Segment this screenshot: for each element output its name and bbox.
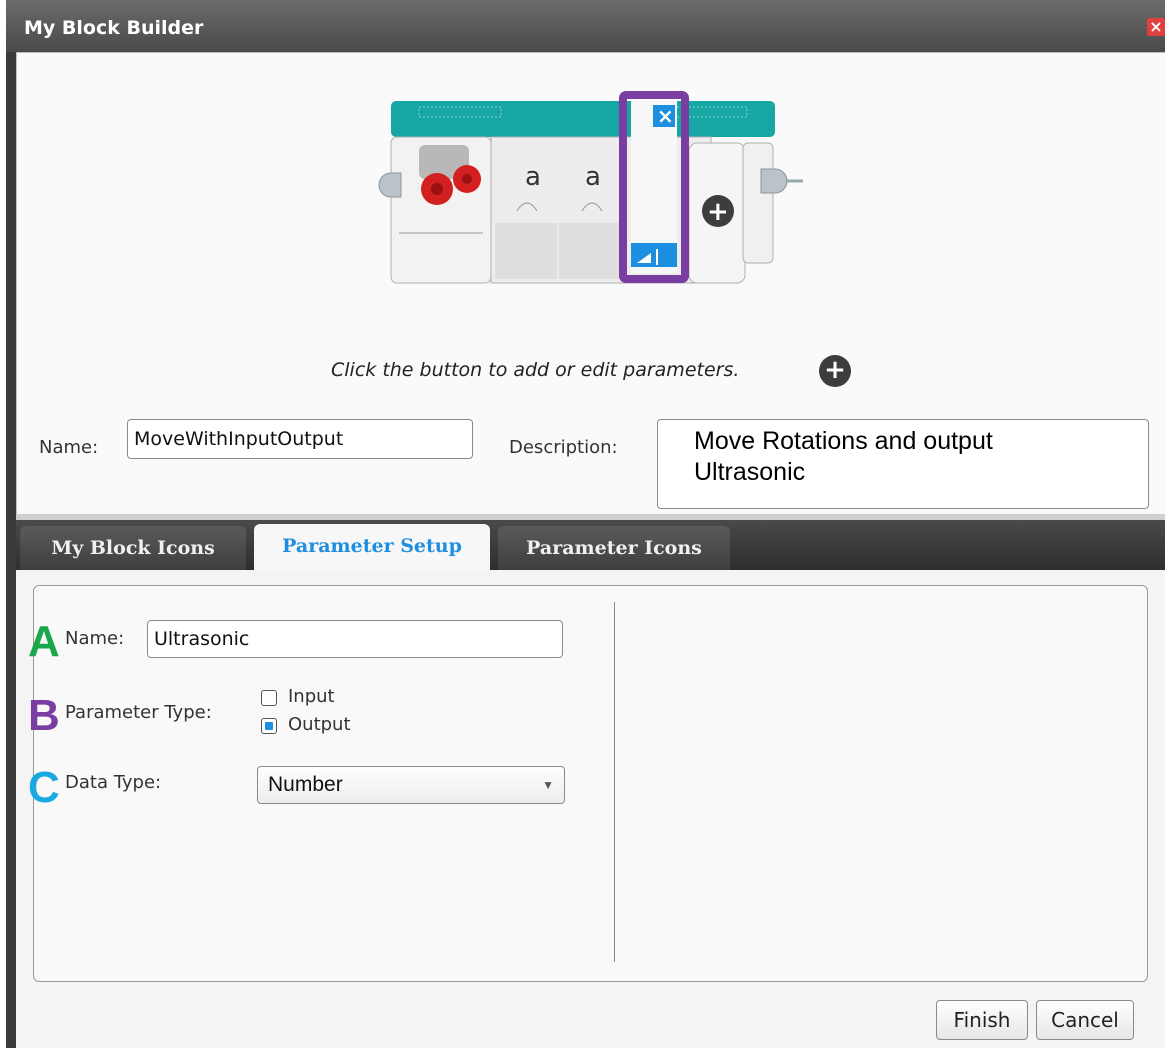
cancel-button[interactable]: Cancel	[1036, 1000, 1134, 1040]
my-block-builder-window: My Block Builder × a a × + Click the but…	[6, 0, 1165, 1048]
block-input-connector	[378, 172, 402, 198]
output-checkbox[interactable]	[261, 718, 277, 734]
description-input[interactable]: Move Rotations and output Ultrasonic	[657, 419, 1149, 509]
description-line-1: Move Rotations and output	[694, 427, 993, 455]
tab-parameter-setup[interactable]: Parameter Setup	[254, 524, 490, 570]
close-icon[interactable]: ×	[1147, 18, 1165, 36]
input-checkbox[interactable]	[261, 690, 277, 706]
block-output-connector	[760, 168, 788, 194]
block-end-cap	[742, 142, 774, 264]
data-type-value: Number	[268, 773, 343, 796]
hint-text: Click the button to add or edit paramete…	[331, 359, 740, 381]
param-name-input[interactable]: Ultrasonic	[147, 620, 563, 658]
block-param-slot-1	[495, 223, 557, 279]
block-param-slot-2	[559, 223, 621, 279]
data-type-select[interactable]: Number ▼	[257, 766, 565, 804]
tab-parameter-icons[interactable]: Parameter Icons	[498, 526, 730, 570]
input-option-label: Input	[288, 686, 335, 707]
tab-my-block-icons[interactable]: My Block Icons	[20, 526, 246, 570]
window-title: My Block Builder	[24, 17, 204, 39]
output-option-label: Output	[288, 714, 351, 735]
block-add-param-icon: +	[707, 197, 729, 227]
parameter-setup-panel: A Name: Ultrasonic B Parameter Type: Inp…	[16, 570, 1165, 1048]
description-label: Description:	[509, 437, 618, 458]
finish-button[interactable]: Finish	[936, 1000, 1028, 1040]
block-param-label-1: a	[525, 162, 541, 192]
block-param-label-2: a	[585, 162, 601, 192]
block-preview-panel: a a a × + Click the button to add or edi…	[16, 52, 1165, 516]
data-type-label: Data Type:	[65, 772, 162, 793]
add-parameter-icon[interactable]: +	[819, 355, 851, 387]
param-type-label: Parameter Type:	[65, 702, 212, 723]
parameter-setup-box: A Name: Ultrasonic B Parameter Type: Inp…	[28, 585, 1148, 982]
title-bar: My Block Builder ×	[6, 0, 1165, 52]
marker-a: A	[28, 617, 60, 666]
tab-bar: My Block Icons Parameter Setup Parameter…	[16, 520, 1165, 570]
remove-param-icon: ×	[657, 104, 674, 128]
myblock-name-input[interactable]: MoveWithInputOutput	[127, 419, 473, 459]
setup-divider	[614, 602, 615, 962]
description-line-2: Ultrasonic	[694, 458, 806, 486]
marker-b: B	[28, 691, 60, 740]
block-header-bar	[391, 101, 775, 137]
marker-c: C	[28, 763, 60, 812]
chevron-down-icon: ▼	[542, 778, 554, 792]
output-param-indicator	[631, 243, 677, 267]
param-name-label: Name:	[65, 628, 125, 649]
myblock-name-label: Name:	[39, 437, 99, 458]
